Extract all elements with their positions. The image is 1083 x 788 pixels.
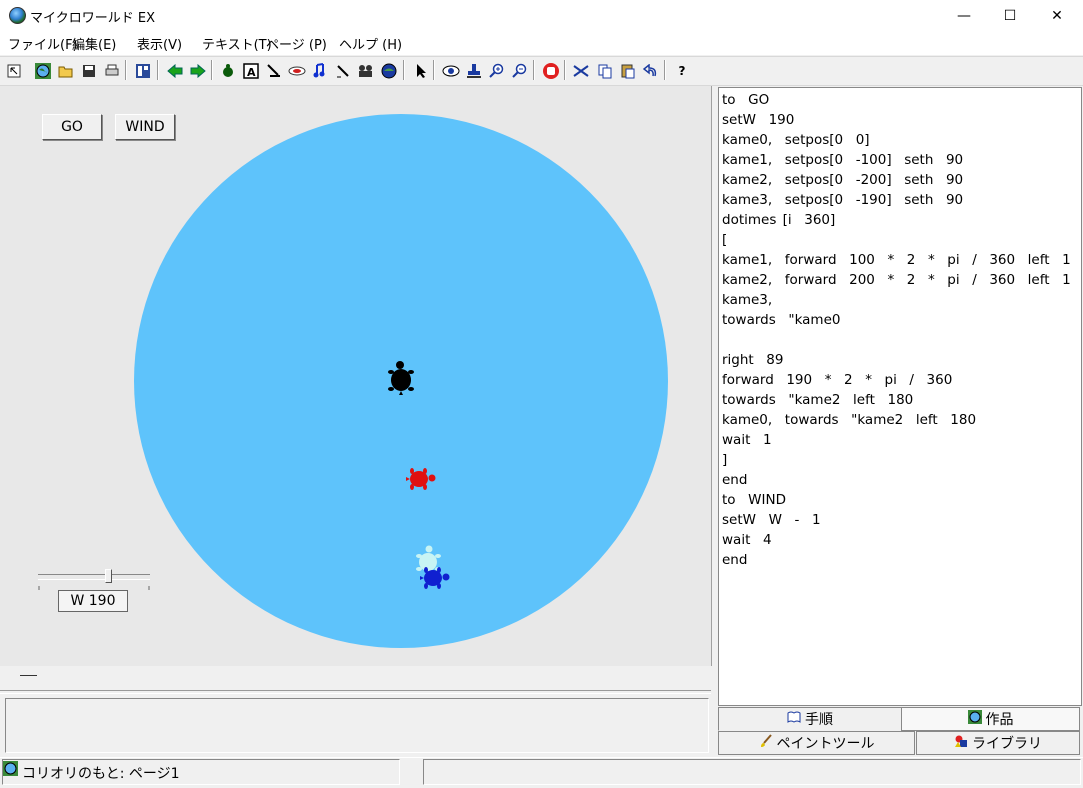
tab-paint-tools-label: ペイントツール [776,736,875,752]
code-line[interactable]: kame2, forward 200 * 2 * pi / 360 left 1 [722,270,1071,290]
window-title: マイクロワールド EX [30,11,155,26]
book-icon [787,711,801,727]
undo-icon[interactable] [640,60,662,82]
button-icon[interactable] [286,60,308,82]
draw-icon[interactable] [332,60,354,82]
code-line[interactable]: right 89 [722,350,1071,370]
command-center[interactable] [5,698,709,753]
globe-icon [967,710,982,728]
arrow-left-icon[interactable] [164,60,186,82]
tab-library[interactable]: ライブラリ [916,731,1080,755]
code-line[interactable]: kame0, towards "kame2 left 180 [722,410,1071,430]
zoom-out-icon[interactable] [509,60,531,82]
camera-icon[interactable] [355,60,377,82]
toolbar-separator [533,60,535,80]
help-icon[interactable]: ? [671,60,693,82]
tab-procedures-label: 手順 [805,712,833,728]
code-line[interactable] [722,330,1071,350]
save-icon[interactable] [78,60,100,82]
paste-icon[interactable] [617,60,639,82]
code-line[interactable]: setW W - 1 [722,510,1071,530]
code-line[interactable]: kame3, [722,290,1071,310]
close-button[interactable]: ✕ [1034,0,1080,31]
toolbar-separator [211,60,213,80]
slider-w-label: W 190 [58,590,128,612]
toolbar-separator [125,60,127,80]
tab-library-label: ライブラリ [972,736,1042,752]
app-globe-icon [9,7,26,24]
globe-2-icon[interactable] [378,60,400,82]
status-text: コリオリのもと: ページ1 [22,766,180,782]
menu-view[interactable]: 表示(V) [137,34,182,53]
command-center-dash [20,675,37,676]
code-line[interactable]: towards "kame2 left 180 [722,390,1071,410]
brush-icon [759,734,773,752]
code-line[interactable]: kame1, forward 100 * 2 * pi / 360 left 1 [722,250,1071,270]
turtle-kame1[interactable] [406,467,436,495]
tab-works[interactable]: 作品 [901,707,1080,731]
zoom-in-icon[interactable] [486,60,508,82]
menu-help[interactable]: ヘルプ (H) [339,34,402,53]
globe-icon [3,761,18,780]
code-line[interactable]: towards "kame0 [722,310,1071,330]
code-line[interactable]: wait 1 [722,430,1071,450]
cut-icon[interactable] [570,60,592,82]
code-line[interactable]: kame3, setpos[0 -190] seth 90 [722,190,1071,210]
status-right-pane [423,759,1081,785]
toolbar-separator [664,60,666,80]
slider-w-ticks [38,580,150,590]
code-line[interactable]: kame0, setpos[0 0] [722,130,1071,150]
menu-file[interactable]: ファイル(F) [8,34,78,53]
stop-hand-icon[interactable] [540,60,562,82]
toolbar-separator [403,60,405,80]
print-icon[interactable] [101,60,123,82]
paint-icon[interactable] [263,60,285,82]
code-line[interactable]: kame2, setpos[0 -200] seth 90 [722,170,1071,190]
panel-divider[interactable] [0,690,711,694]
open-folder-icon[interactable] [55,60,77,82]
toolbar-separator [157,60,159,80]
pointer-icon[interactable] [3,60,25,82]
menu-text[interactable]: テキスト(T) [202,34,272,53]
code-line[interactable]: wait 4 [722,530,1071,550]
toolbar-separator [564,60,566,80]
select-arrow-icon[interactable] [410,60,432,82]
title-bar [0,0,1083,31]
wind-button[interactable]: WIND [115,114,175,140]
code-line[interactable]: forward 190 * 2 * pi / 360 [722,370,1071,390]
layout-icon[interactable] [132,60,154,82]
code-line[interactable]: to GO [722,90,1071,110]
tab-procedures[interactable]: 手順 [718,707,902,731]
maximize-button[interactable]: ☐ [987,0,1033,31]
text-box-icon[interactable]: A [240,60,262,82]
svg-text:A: A [247,66,256,79]
copy-icon[interactable] [594,60,616,82]
code-line[interactable]: [ [722,230,1071,250]
code-line[interactable]: ] [722,450,1071,470]
code-line[interactable]: end [722,550,1071,570]
stamp-icon[interactable] [463,60,485,82]
slider-w-thumb[interactable] [105,569,112,583]
turtle-kame0[interactable] [386,360,416,400]
turtle-kame2[interactable] [419,565,451,595]
tab-works-label: 作品 [985,712,1014,728]
menu-page[interactable]: ページ (P) [266,34,327,53]
toolbar-separator [433,60,435,80]
turtle-icon[interactable] [217,60,239,82]
go-button[interactable]: GO [42,114,102,140]
code-line[interactable]: to WIND [722,490,1071,510]
code-line[interactable]: setW 190 [722,110,1071,130]
procedures-code[interactable]: to GO setW 190 kame0, setpos[0 0] kame1, se… [722,90,1071,570]
code-line[interactable]: end [722,470,1071,490]
globe-icon[interactable] [32,60,54,82]
arrow-right-icon[interactable] [187,60,209,82]
shapes-icon [954,734,968,752]
eye-icon[interactable] [440,60,462,82]
code-line[interactable]: kame1, setpos[0 -100] seth 90 [722,150,1071,170]
music-icon[interactable] [309,60,331,82]
code-line[interactable]: dotimes [i 360] [722,210,1071,230]
menu-edit[interactable]: 編集(E) [72,34,116,53]
tab-paint-tools[interactable]: ペイントツール [718,731,915,755]
minimize-button[interactable]: — [941,0,987,31]
